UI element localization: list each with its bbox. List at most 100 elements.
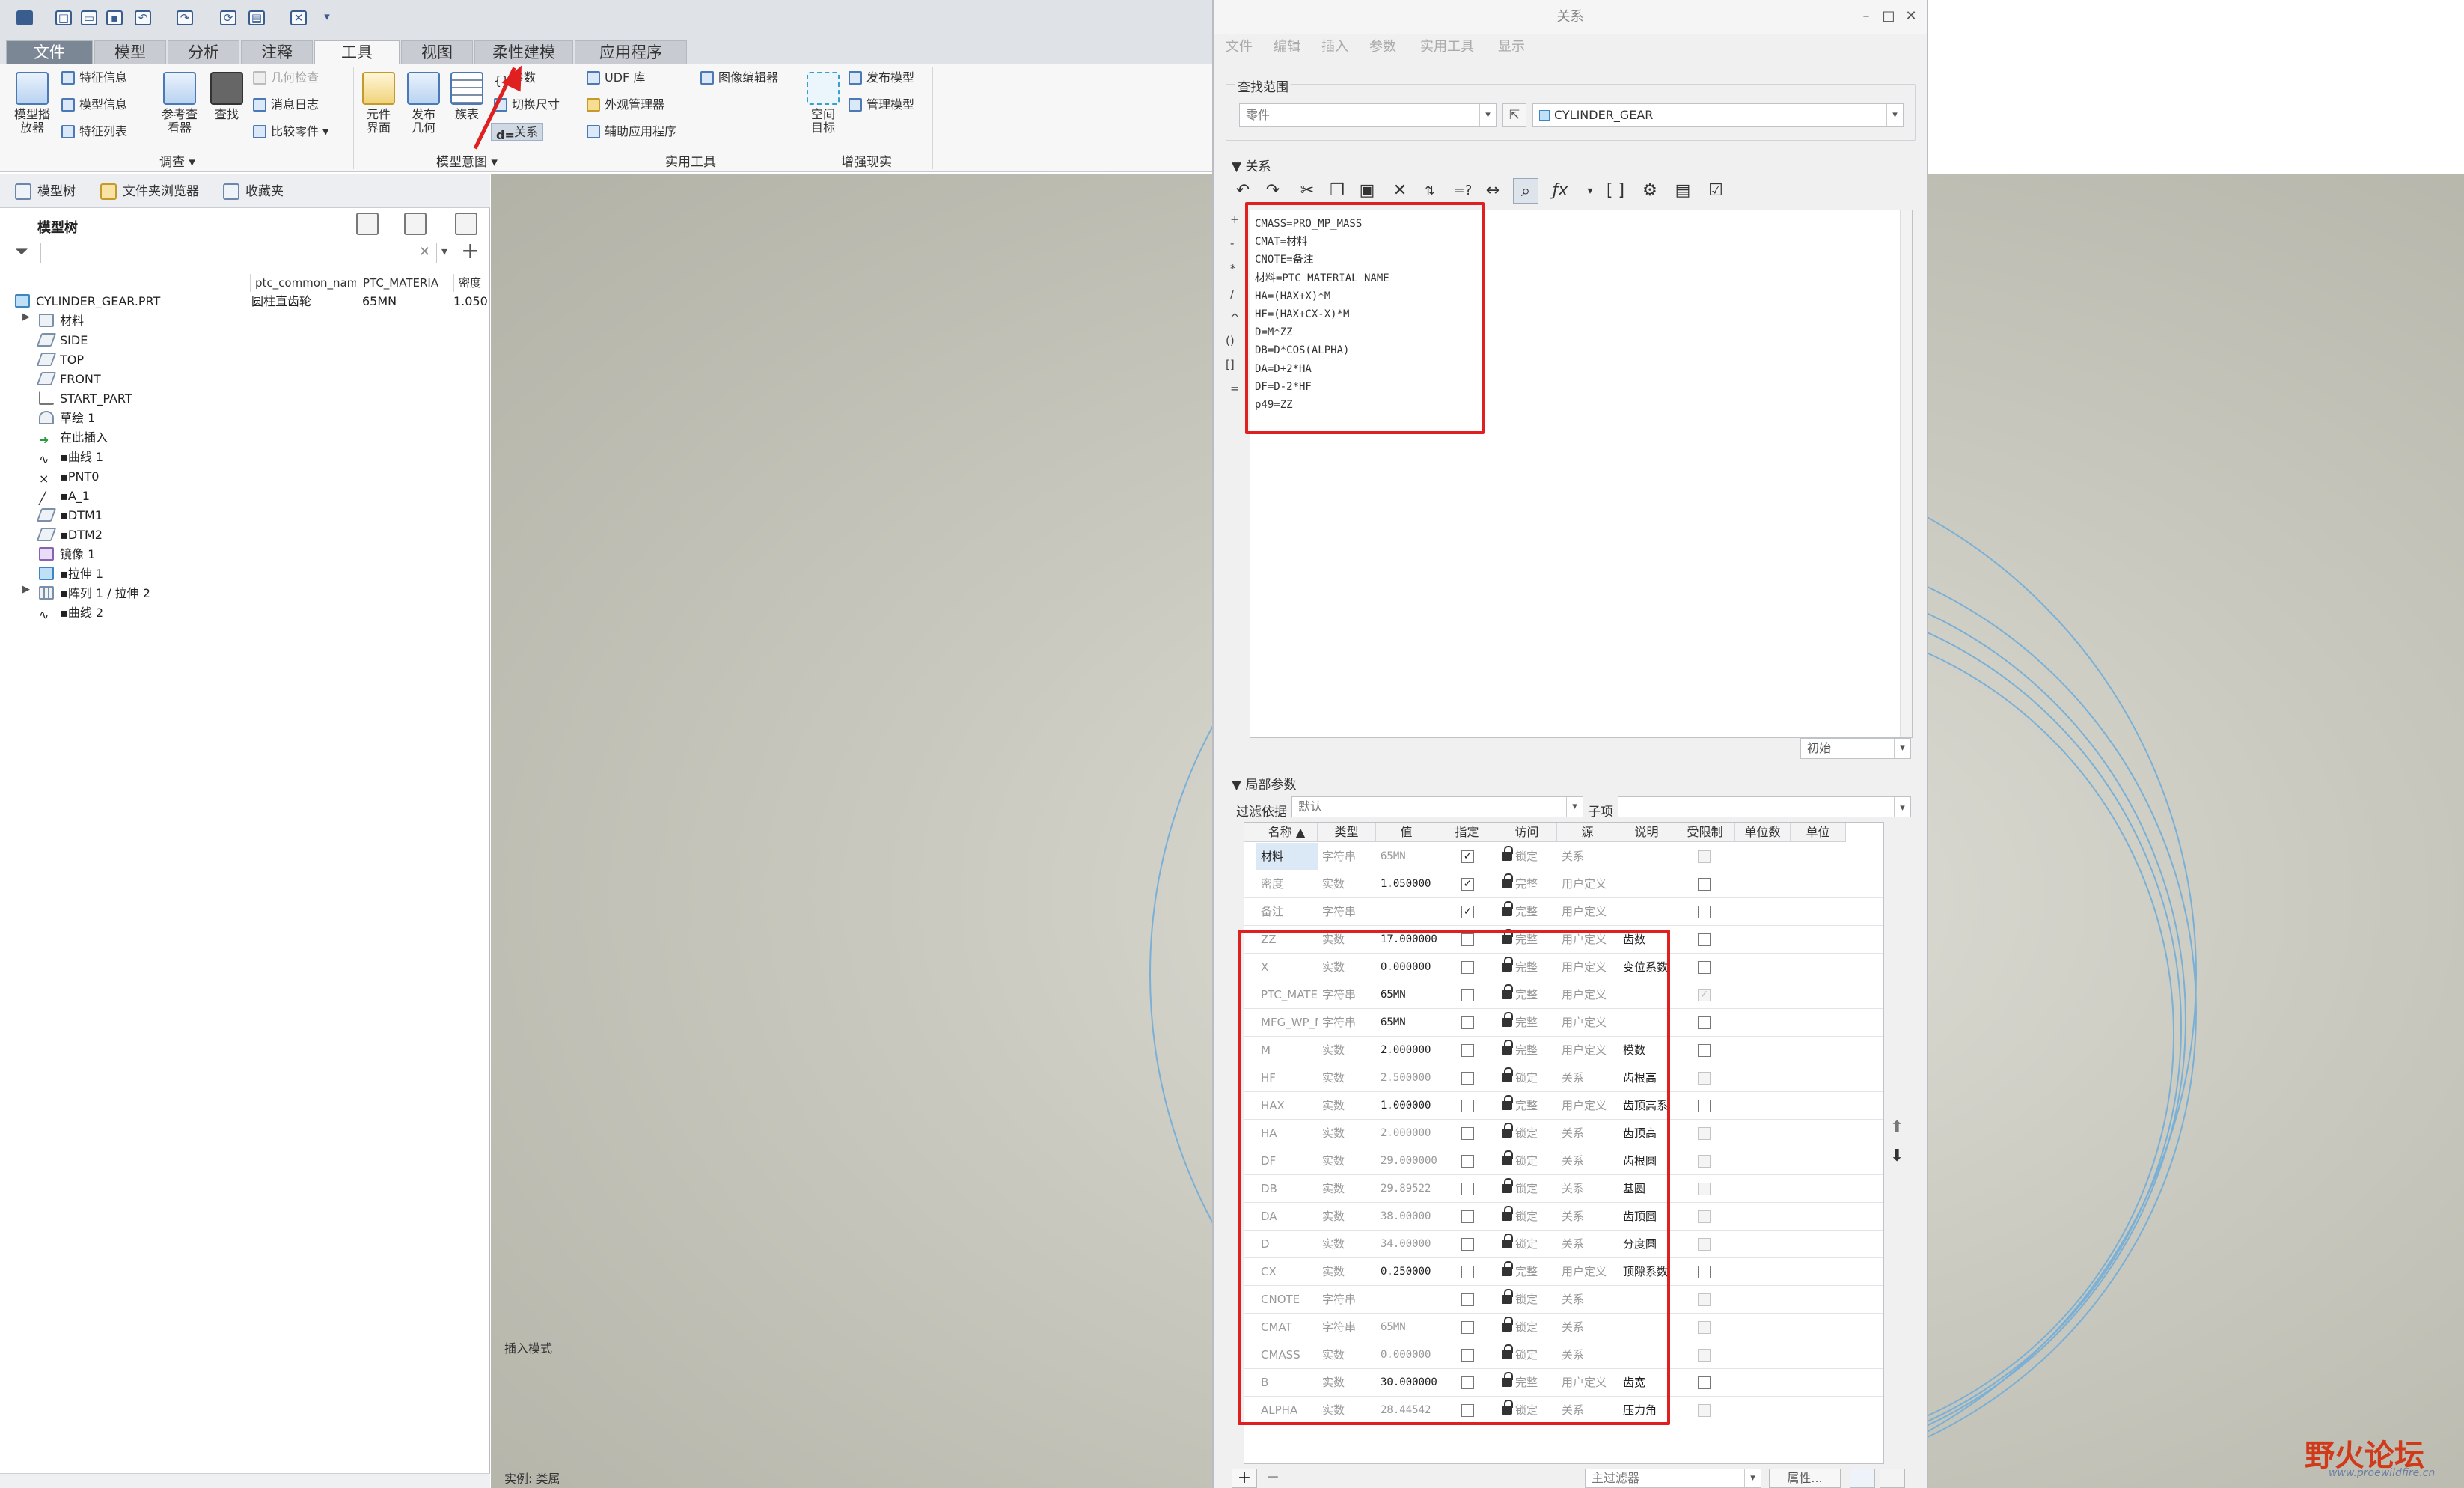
redo-icon[interactable]: ↷ bbox=[1260, 178, 1286, 204]
restricted-checkbox[interactable] bbox=[1698, 1044, 1711, 1057]
table-view-icon[interactable] bbox=[1850, 1469, 1875, 1488]
param-header-description[interactable]: 说明 bbox=[1618, 823, 1675, 842]
model-player-button[interactable]: 模型播 放器 bbox=[6, 72, 58, 135]
param-cell-access[interactable]: 锁定 bbox=[1497, 843, 1557, 870]
clear-filter-icon[interactable]: ✕ bbox=[419, 244, 430, 260]
feature-list-button[interactable]: 特征列表 bbox=[61, 123, 127, 141]
add-parameter-button[interactable]: + bbox=[1232, 1469, 1257, 1488]
column-header-density[interactable]: 密度 bbox=[453, 274, 490, 292]
family-table-button[interactable]: 族表 bbox=[447, 72, 486, 121]
tree-settings-icon[interactable] bbox=[356, 213, 379, 235]
add-column-icon[interactable]: + bbox=[461, 238, 480, 264]
column-header-material[interactable]: PTC_MATERIA bbox=[358, 274, 452, 292]
operator-parentheses[interactable]: () bbox=[1226, 334, 1235, 347]
open-icon[interactable]: ▭ bbox=[81, 10, 97, 25]
local-params-toggle[interactable]: ▼ 局部参数 bbox=[1232, 774, 1296, 793]
tab-applications[interactable]: 应用程序 bbox=[575, 40, 687, 64]
select-object-icon[interactable]: ⇱ bbox=[1502, 103, 1526, 127]
param-cell-source[interactable]: 用户定义 bbox=[1557, 870, 1618, 898]
regenerate-icon[interactable]: ⟳ bbox=[220, 10, 236, 25]
tree-item[interactable]: × ▪PNT0 bbox=[39, 467, 99, 487]
restricted-checkbox[interactable] bbox=[1698, 933, 1711, 946]
tab-flexible-modeling[interactable]: 柔性建模 bbox=[474, 40, 573, 64]
qat-more-icon[interactable]: ▾ bbox=[319, 10, 335, 25]
editor-scrollbar[interactable] bbox=[1900, 210, 1912, 737]
param-header-designate[interactable]: 指定 bbox=[1437, 823, 1497, 842]
operator-divide[interactable]: / bbox=[1230, 287, 1234, 301]
find-button[interactable]: 查找 bbox=[205, 72, 248, 121]
restricted-checkbox[interactable] bbox=[1698, 1321, 1711, 1334]
param-cell-access[interactable]: 完整 bbox=[1497, 898, 1557, 926]
tree-item[interactable]: 草绘 1 bbox=[39, 409, 95, 428]
tree-horizontal-scrollbar[interactable] bbox=[0, 1473, 490, 1488]
manage-model-button[interactable]: 管理模型 bbox=[849, 96, 914, 114]
restricted-checkbox[interactable] bbox=[1698, 1349, 1711, 1362]
designate-checkbox[interactable]: ✓ bbox=[1461, 878, 1474, 891]
restricted-checkbox[interactable]: ✓ bbox=[1698, 989, 1711, 1001]
close-window-icon[interactable]: ✕ bbox=[290, 10, 307, 25]
publish-model-button[interactable]: 发布模型 bbox=[849, 69, 914, 87]
publish-geometry-button[interactable]: 发布 几何 bbox=[404, 72, 443, 135]
restricted-checkbox[interactable] bbox=[1698, 1376, 1711, 1389]
tree-item[interactable]: ▪DTM2 bbox=[36, 525, 103, 545]
component-interface-button[interactable]: 元件 界面 bbox=[359, 72, 398, 135]
tree-item[interactable]: ╱ ▪A_1 bbox=[39, 487, 90, 506]
space-target-button[interactable]: 空间 目标 bbox=[804, 72, 843, 135]
restricted-checkbox[interactable] bbox=[1698, 1016, 1711, 1029]
undo-icon[interactable]: ↶ bbox=[135, 10, 151, 25]
parameter-row[interactable]: 密度 实数 1.050000 完整 用户定义 ✓ bbox=[1244, 870, 1883, 898]
restricted-checkbox[interactable] bbox=[1698, 1072, 1711, 1085]
restricted-checkbox[interactable] bbox=[1698, 850, 1711, 863]
group-label-investigate[interactable]: 调查 ▾ bbox=[3, 153, 352, 171]
delete-icon[interactable]: ✕ bbox=[1387, 178, 1413, 204]
windows-icon[interactable]: ▤ bbox=[248, 10, 265, 25]
sort-relations-icon[interactable]: ⇅ bbox=[1417, 178, 1443, 204]
feature-info-button[interactable]: 特征信息 bbox=[61, 69, 127, 87]
tree-item[interactable]: ∿ ▪曲线 1 bbox=[39, 448, 103, 467]
tree-item[interactable]: SIDE bbox=[36, 331, 88, 350]
restricted-checkbox[interactable] bbox=[1698, 1100, 1711, 1112]
filter-icon[interactable]: ⏷ bbox=[15, 243, 28, 261]
check-icon[interactable]: ☑ bbox=[1703, 178, 1728, 204]
tree-item[interactable]: ▪DTM1 bbox=[36, 506, 103, 525]
tab-view[interactable]: 视图 bbox=[401, 40, 473, 64]
tree-item[interactable]: FRONT bbox=[36, 370, 101, 389]
tree-columns-icon[interactable] bbox=[455, 213, 477, 235]
auxiliary-application-button[interactable]: 辅助应用程序 bbox=[587, 123, 676, 141]
tree-item[interactable]: START_PART bbox=[39, 389, 132, 409]
tree-item[interactable]: 材料 bbox=[39, 311, 84, 331]
relations-section-toggle[interactable]: ▼ 关系 bbox=[1232, 156, 1271, 174]
verify-relations-icon[interactable]: =? bbox=[1450, 178, 1476, 204]
restricted-checkbox[interactable] bbox=[1698, 906, 1711, 918]
param-cell-desc[interactable] bbox=[1618, 898, 1675, 926]
function-dropdown-icon[interactable]: ▾ bbox=[1577, 178, 1603, 204]
param-header-value[interactable]: 值 bbox=[1376, 823, 1437, 842]
show-options-icon[interactable] bbox=[404, 213, 427, 235]
group-label-model-intent[interactable]: 模型意图 ▾ bbox=[355, 153, 579, 171]
column-header-common-name[interactable]: ptc_common_name bbox=[250, 274, 356, 292]
udf-library-button[interactable]: UDF 库 bbox=[587, 69, 645, 87]
nav-tab-model-tree[interactable]: 模型树 bbox=[10, 180, 85, 204]
parameter-row[interactable]: 材料 字符串 65MN 锁定 关系 ✓ bbox=[1244, 843, 1883, 870]
tab-tools[interactable]: 工具 bbox=[314, 40, 400, 66]
param-cell-name[interactable]: 材料 bbox=[1256, 843, 1318, 870]
minimize-icon[interactable]: – bbox=[1857, 7, 1875, 25]
param-cell-access[interactable]: 完整 bbox=[1497, 870, 1557, 898]
customize-columns-icon[interactable] bbox=[1880, 1469, 1905, 1488]
tree-item[interactable]: ∿ ▪曲线 2 bbox=[39, 603, 103, 623]
properties-button[interactable]: 属性... bbox=[1769, 1469, 1841, 1488]
param-cell-value[interactable]: 65MN bbox=[1376, 843, 1437, 870]
lookup-object-select[interactable]: CYLINDER_GEAR ▾ bbox=[1532, 103, 1904, 127]
insert-function-icon[interactable]: ƒx bbox=[1547, 178, 1573, 204]
compare-part-button[interactable]: 比较零件 ▾ bbox=[253, 123, 328, 141]
appearance-manager-button[interactable]: 外观管理器 bbox=[587, 96, 664, 114]
new-icon[interactable]: □ bbox=[55, 10, 72, 25]
operator-plus[interactable]: + bbox=[1230, 213, 1240, 226]
param-header-unit[interactable]: 单位 bbox=[1791, 823, 1846, 842]
menu-display[interactable]: 显示 bbox=[1498, 34, 1525, 60]
param-cell-source[interactable]: 关系 bbox=[1557, 843, 1618, 870]
menu-insert[interactable]: 插入 bbox=[1321, 34, 1348, 60]
restricted-checkbox[interactable] bbox=[1698, 1266, 1711, 1278]
param-header-source[interactable]: 源 bbox=[1557, 823, 1618, 842]
operator-power[interactable]: ^ bbox=[1230, 311, 1240, 325]
